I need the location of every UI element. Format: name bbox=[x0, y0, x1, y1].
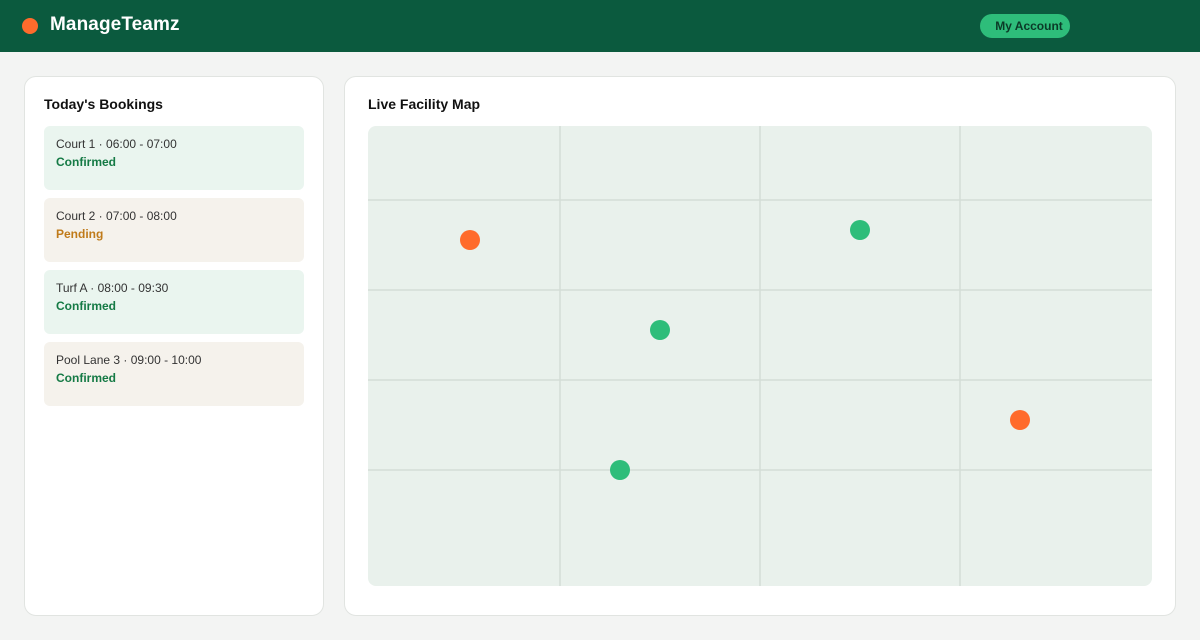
facility-map-canvas bbox=[368, 126, 1152, 586]
booking-status: Confirmed bbox=[56, 299, 116, 313]
bookings-panel: Today's Bookings Court 1 · 06:00 - 07:00… bbox=[24, 76, 324, 616]
facility-map-panel: Live Facility Map bbox=[344, 76, 1176, 616]
booking-status: Confirmed bbox=[56, 155, 116, 169]
my-account-button[interactable]: My Account bbox=[980, 14, 1070, 38]
map-marker[interactable] bbox=[460, 230, 480, 250]
booking-item[interactable]: Turf A · 08:00 - 09:30 Confirmed bbox=[44, 270, 304, 334]
booking-details: Court 2 · 07:00 - 08:00 bbox=[56, 209, 177, 223]
booking-item[interactable]: Court 2 · 07:00 - 08:00 Pending bbox=[44, 198, 304, 262]
facility-map[interactable] bbox=[368, 126, 1152, 586]
booking-details: Turf A · 08:00 - 09:30 bbox=[56, 281, 169, 295]
booking-status: Pending bbox=[56, 227, 104, 241]
booking-status: Confirmed bbox=[56, 371, 116, 385]
booking-item[interactable]: Court 1 · 06:00 - 07:00 Confirmed bbox=[44, 126, 304, 190]
booking-details: Pool Lane 3 · 09:00 - 10:00 bbox=[56, 353, 202, 367]
map-marker[interactable] bbox=[1010, 410, 1030, 430]
map-marker[interactable] bbox=[650, 320, 670, 340]
brand-logo-dot-icon bbox=[22, 18, 38, 34]
map-marker[interactable] bbox=[850, 220, 870, 240]
booking-item[interactable]: Pool Lane 3 · 09:00 - 10:00 Confirmed bbox=[44, 342, 304, 406]
bookings-title: Today's Bookings bbox=[44, 96, 163, 112]
map-title: Live Facility Map bbox=[368, 96, 481, 112]
booking-details: Court 1 · 06:00 - 07:00 bbox=[56, 137, 177, 151]
map-marker[interactable] bbox=[610, 460, 630, 480]
top-bar: ManageTeamz My Account bbox=[0, 0, 1200, 52]
app-name: ManageTeamz bbox=[50, 14, 180, 35]
